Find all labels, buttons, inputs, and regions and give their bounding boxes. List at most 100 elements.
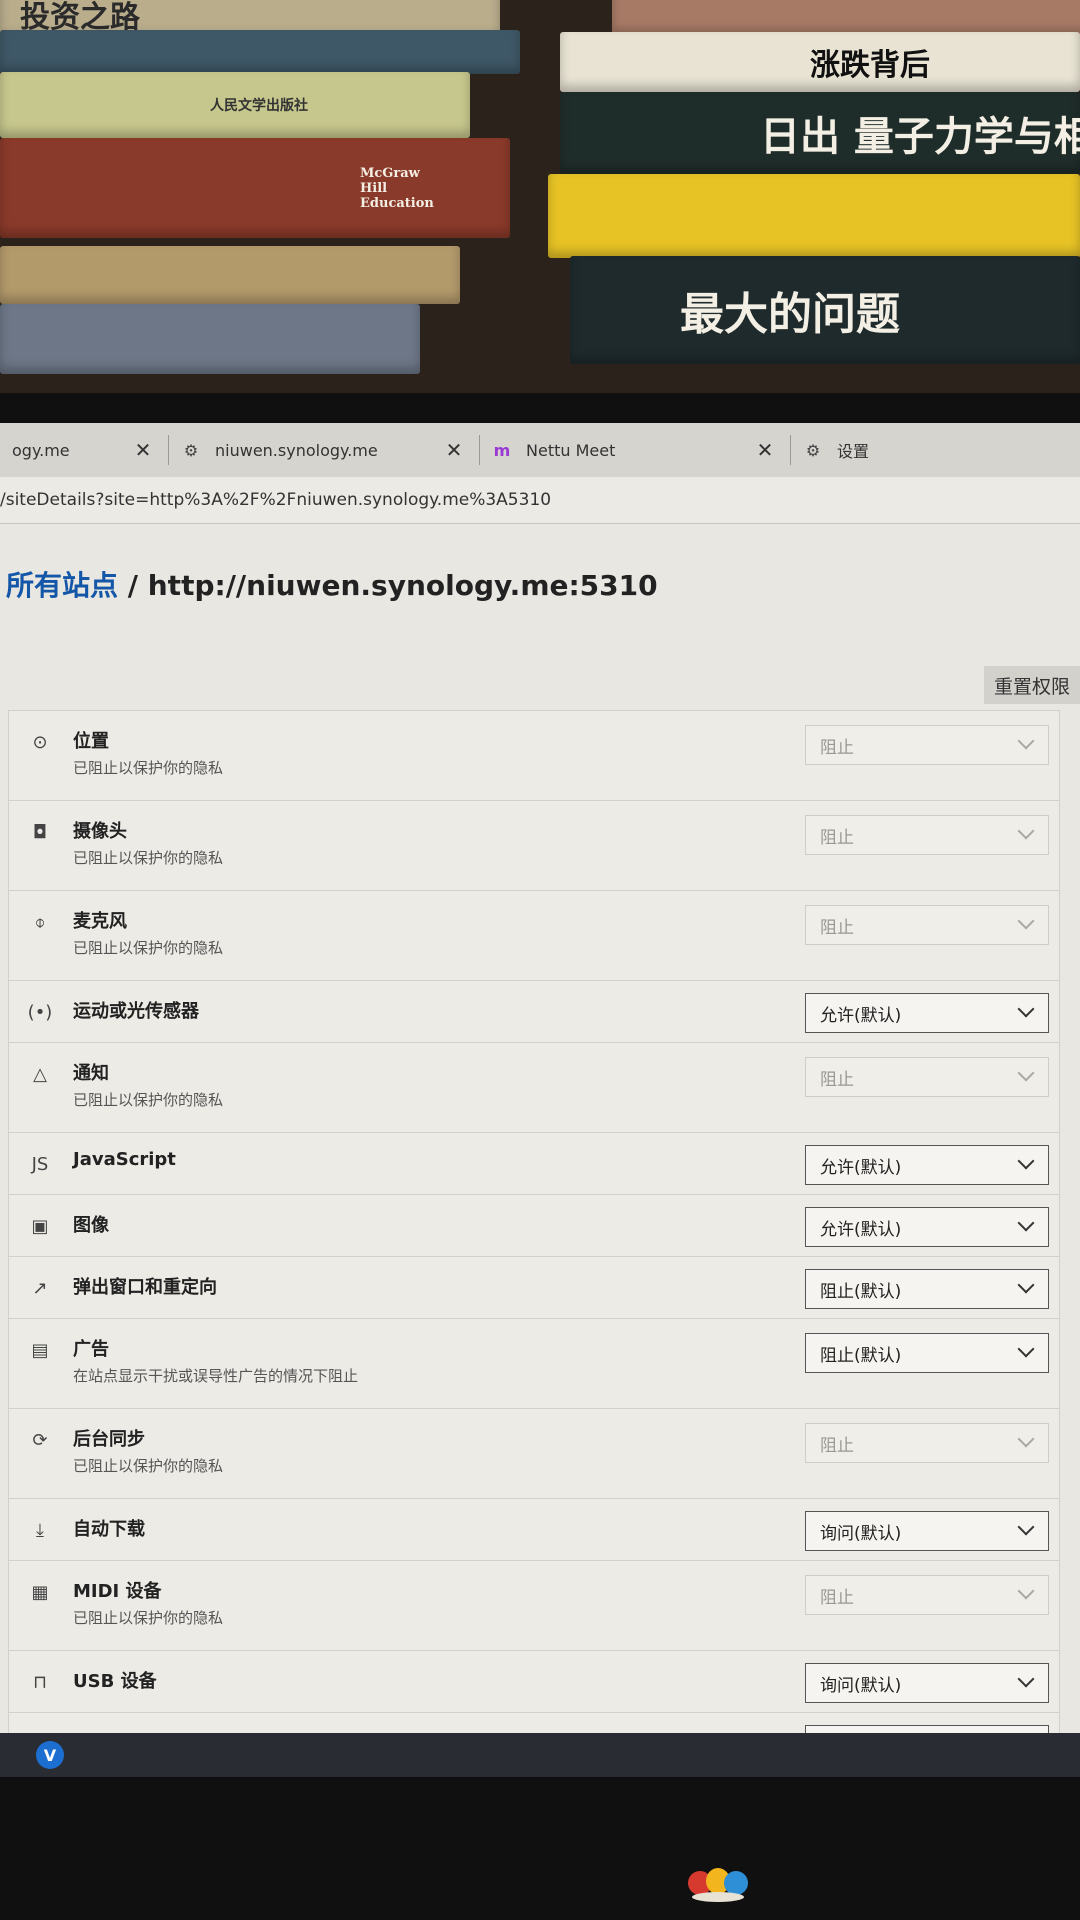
page-title: http://niuwen.synology.me:5310: [147, 569, 658, 602]
permission-row-microphone: ⌽ 麦克风已阻止以保护你的隐私 阻止: [9, 891, 1059, 981]
site-permissions-page: 所有站点 / http://niuwen.synology.me:5310 重置…: [0, 524, 1080, 1733]
permission-row-image: ▣ 图像 允许(默认): [9, 1195, 1059, 1257]
chevron-down-icon: [1017, 912, 1035, 930]
permission-row-ads: ▤ 广告 在站点显示干扰或误导性广告的情况下阻止 阻止(默认): [9, 1319, 1059, 1409]
chevron-down-icon: [1017, 1064, 1035, 1082]
popup-icon: ↗: [32, 1277, 48, 1299]
chevron-down-icon: [1017, 1000, 1035, 1018]
permission-description: 已阻止以保护你的隐私: [73, 1609, 224, 1627]
permission-select[interactable]: 询问(默认): [805, 1663, 1049, 1703]
tab-label: 设置: [837, 442, 870, 461]
tab-bar: ogy.me ✕ ⚙ niuwen.synology.me ✕ m Nettu …: [0, 423, 1080, 477]
permission-select-value: 阻止: [820, 1587, 854, 1608]
permission-description: 已阻止以保护你的隐私: [73, 1091, 224, 1109]
permission-title: MIDI 设备: [73, 1581, 162, 1602]
bookshelf-background: 投资之路 人民文学出版社 McGraw Hill Education 涨跌背后 …: [0, 0, 1080, 395]
permission-select-value: 阻止(默认): [820, 1345, 902, 1366]
permission-select-value: 阻止: [820, 827, 854, 848]
browser-window: ogy.me ✕ ⚙ niuwen.synology.me ✕ m Nettu …: [0, 423, 1080, 1733]
permission-row-camera: ◘ 摄像头已阻止以保护你的隐私 阻止: [9, 801, 1059, 891]
tab-synology[interactable]: ogy.me ✕: [0, 423, 168, 477]
book-spine: 涨跌背后: [560, 32, 1080, 92]
book-spine: [0, 304, 420, 374]
close-icon[interactable]: ✕: [443, 438, 465, 462]
permission-select-value: 阻止: [820, 1435, 854, 1456]
book-spine: 日出 量子力学与相: [560, 92, 1080, 174]
monitor: ogy.me ✕ ⚙ niuwen.synology.me ✕ m Nettu …: [0, 393, 1080, 1920]
book-spine: 人民文学出版社: [0, 72, 470, 138]
permission-select[interactable]: 询问(默认): [805, 1725, 1049, 1733]
chevron-down-icon: [1017, 1518, 1035, 1536]
close-icon[interactable]: ✕: [754, 438, 776, 462]
permission-select[interactable]: 允许(默认): [805, 1145, 1049, 1185]
permission-select[interactable]: 阻止(默认): [805, 1333, 1049, 1373]
permission-select-value: 允许(默认): [820, 1219, 902, 1240]
taskbar: V: [0, 1733, 1080, 1777]
taskbar-app-icon[interactable]: V: [36, 1741, 64, 1769]
permission-select[interactable]: 询问(默认): [805, 1511, 1049, 1551]
chevron-down-icon: [1017, 1670, 1035, 1688]
permission-row-javascript: JS JavaScript 允许(默认): [9, 1133, 1059, 1195]
permission-title: 麦克风: [73, 911, 127, 932]
download-icon: ⤓: [36, 1519, 44, 1541]
sync-icon: ⟳: [32, 1429, 48, 1451]
camera-icon: ◘: [32, 821, 48, 843]
tab-label: Nettu Meet: [526, 440, 616, 460]
page-settings-icon: ⚙: [183, 440, 199, 460]
book-spine: [548, 174, 1080, 258]
address-bar[interactable]: /siteDetails?site=http%3A%2F%2Fniuwen.sy…: [0, 477, 1080, 524]
book-spine: [0, 30, 520, 74]
permission-select[interactable]: 允许(默认): [805, 993, 1049, 1033]
tab-label: niuwen.synology.me: [215, 440, 378, 460]
permission-select-value: 阻止: [820, 917, 854, 938]
permission-select: 阻止: [805, 815, 1049, 855]
chevron-down-icon: [1017, 1214, 1035, 1232]
book-spine: [612, 0, 1080, 36]
permission-description: 已阻止以保护你的隐私: [73, 759, 224, 777]
permission-select-value: 阻止: [820, 1069, 854, 1090]
permission-description: 已阻止以保护你的隐私: [73, 939, 224, 957]
permission-select-value: 阻止(默认): [820, 1281, 902, 1302]
permission-select: 阻止: [805, 1057, 1049, 1097]
close-icon[interactable]: ✕: [132, 438, 154, 462]
tab-niuwen-synology[interactable]: ⚙ niuwen.synology.me ✕: [169, 423, 479, 477]
permission-row-popup: ↗ 弹出窗口和重定向 阻止(默认): [9, 1257, 1059, 1319]
chevron-down-icon: [1017, 1430, 1035, 1448]
tab-label: ogy.me: [12, 440, 70, 460]
breadcrumb-separator: /: [118, 569, 148, 602]
permission-select[interactable]: 允许(默认): [805, 1207, 1049, 1247]
microphone-icon: ⌽: [34, 911, 46, 933]
permission-row-location-pin: ⊙ 位置 已阻止以保护你的隐私 阻止: [9, 711, 1059, 801]
chevron-down-icon: [1017, 1582, 1035, 1600]
permission-description: 已阻止以保护你的隐私: [73, 1457, 224, 1475]
chevron-down-icon: [1017, 1152, 1035, 1170]
permission-select-value: 允许(默认): [820, 1005, 902, 1026]
monitor-brand-logo: [688, 1868, 748, 1902]
midi-icon: ▦: [31, 1581, 49, 1603]
all-sites-link[interactable]: 所有站点: [6, 569, 118, 602]
permission-select-value: 允许(默认): [820, 1157, 902, 1178]
book-spine: 最大的问题: [570, 256, 1080, 364]
permission-title: 摄像头: [73, 821, 127, 842]
permission-row-download: ⤓ 自动下载 询问(默认): [9, 1499, 1059, 1561]
tab-settings[interactable]: ⚙ 设置: [791, 423, 991, 477]
permission-row-midi: ▦ MIDI 设备已阻止以保护你的隐私 阻止: [9, 1561, 1059, 1651]
image-icon: ▣: [31, 1215, 49, 1237]
chevron-down-icon: [1017, 732, 1035, 750]
permission-title: 后台同步: [73, 1429, 145, 1450]
chevron-down-icon: [1017, 1340, 1035, 1358]
permission-select[interactable]: 阻止(默认): [805, 1269, 1049, 1309]
permission-row-bell: △ 通知 已阻止以保护你的隐私 阻止: [9, 1043, 1059, 1133]
permission-description: 在站点显示干扰或误导性广告的情况下阻止: [73, 1367, 359, 1385]
reset-permissions-button[interactable]: 重置权限: [984, 666, 1080, 704]
sensor-icon: (•): [27, 1001, 53, 1023]
permission-description: 已阻止以保护你的隐私: [73, 849, 224, 867]
permission-title: 位置: [73, 731, 109, 752]
permission-row-usb: ⊓ USB 设备 询问(默认): [9, 1651, 1059, 1713]
tab-nettu-meet[interactable]: m Nettu Meet ✕: [480, 423, 790, 477]
book-spine: [0, 246, 460, 304]
permission-row-serial-port: ▭串行端口询问(默认): [9, 1713, 1059, 1733]
permission-select-value: 询问(默认): [820, 1675, 902, 1696]
permission-select-value: 询问(默认): [820, 1523, 902, 1544]
permission-row-sync: ⟳ 后台同步已阻止以保护你的隐私 阻止: [9, 1409, 1059, 1499]
